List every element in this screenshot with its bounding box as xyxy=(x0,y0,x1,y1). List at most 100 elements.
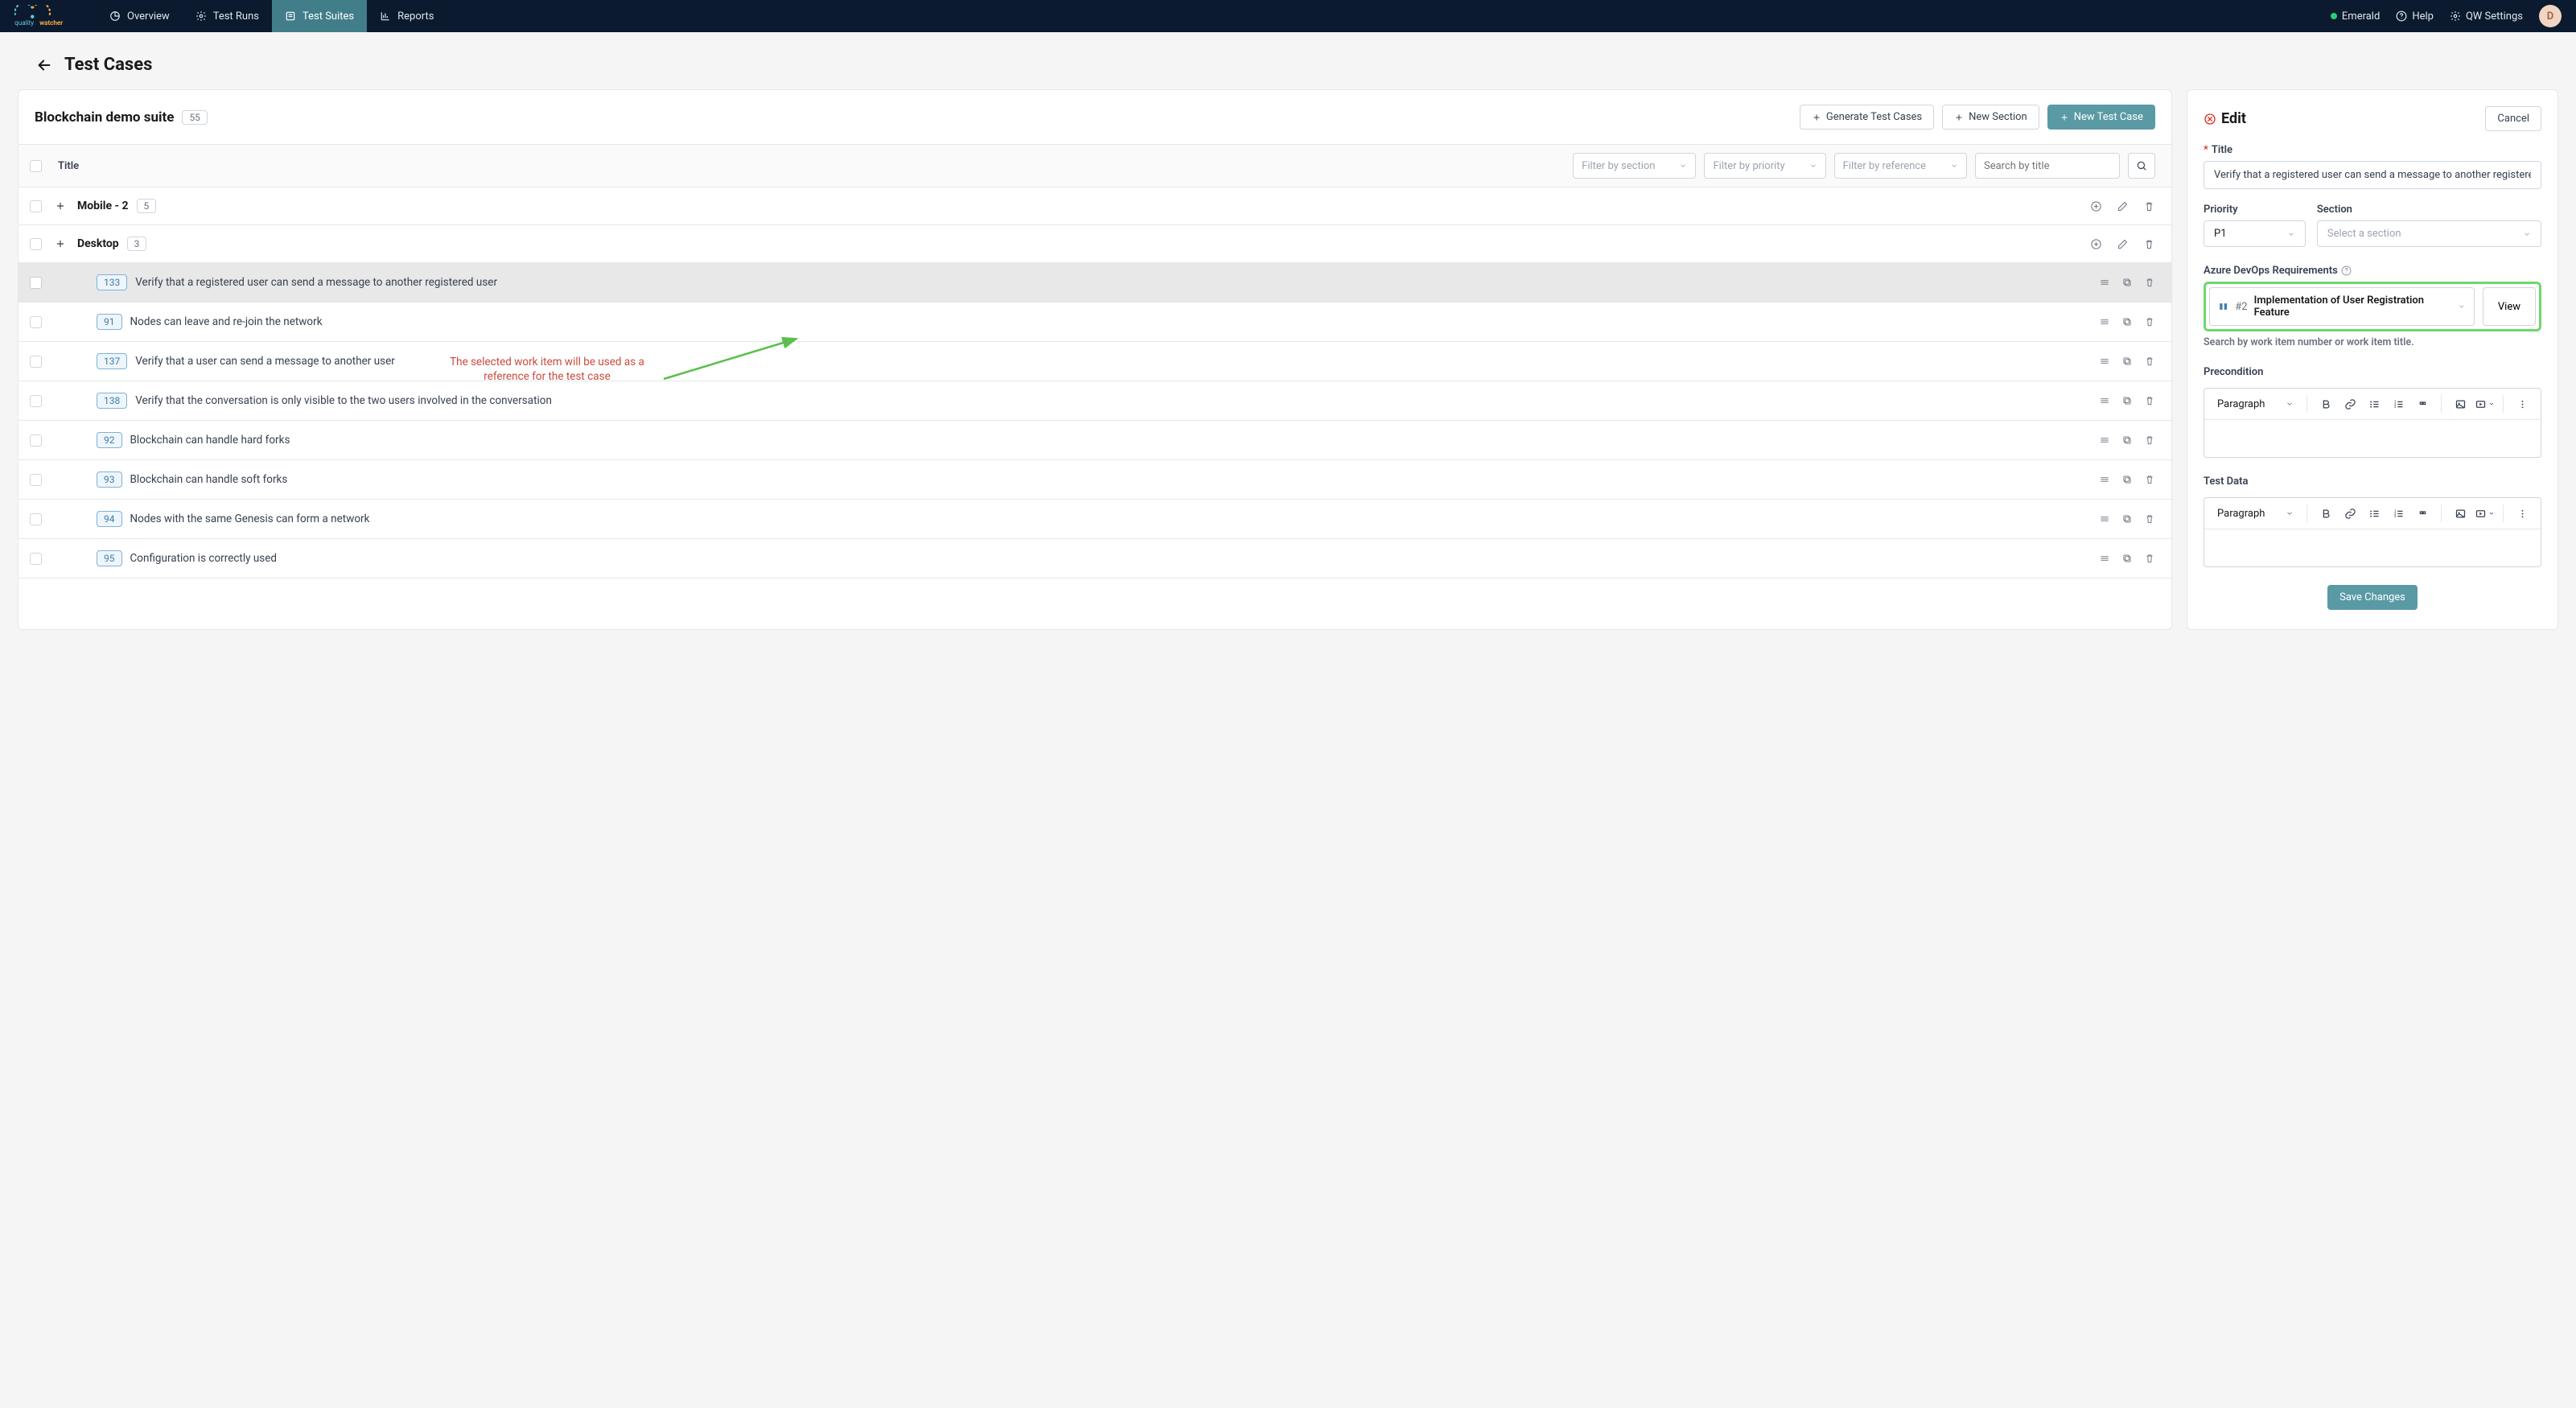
drag-icon[interactable] xyxy=(2099,553,2110,564)
select-all-checkbox[interactable] xyxy=(30,160,42,172)
trash-icon[interactable] xyxy=(2144,474,2155,485)
row-checkbox[interactable] xyxy=(30,553,42,565)
bold-button[interactable] xyxy=(2315,393,2336,414)
trash-icon[interactable] xyxy=(2143,200,2155,212)
image-button[interactable] xyxy=(2450,393,2471,414)
new-test-case-button[interactable]: New Test Case xyxy=(2047,105,2155,130)
expand-icon[interactable] xyxy=(55,200,66,212)
test-case-row[interactable]: 138 Verify that the conversation is only… xyxy=(19,381,2171,421)
trash-icon[interactable] xyxy=(2143,238,2155,250)
trash-icon[interactable] xyxy=(2144,553,2155,564)
trash-icon[interactable] xyxy=(2144,513,2155,525)
block-type-select[interactable]: Paragraph xyxy=(2212,504,2298,523)
trash-icon[interactable] xyxy=(2144,316,2155,327)
close-circle-icon[interactable] xyxy=(2204,113,2216,126)
rte-body[interactable] xyxy=(2204,420,2541,457)
row-checkbox[interactable] xyxy=(30,474,42,486)
nav-overview[interactable]: Overview xyxy=(97,0,183,32)
add-circle-icon[interactable] xyxy=(2090,200,2102,212)
test-case-row[interactable]: 91 Nodes can leave and re-join the netwo… xyxy=(19,303,2171,342)
test-case-row[interactable]: 133 Verify that a registered user can se… xyxy=(19,263,2171,303)
trash-icon[interactable] xyxy=(2144,395,2155,406)
drag-icon[interactable] xyxy=(2099,513,2110,525)
test-case-row[interactable]: 94 Nodes with the same Genesis can form … xyxy=(19,500,2171,539)
section-checkbox[interactable] xyxy=(30,238,42,250)
image-button[interactable] xyxy=(2450,503,2471,524)
add-circle-icon[interactable] xyxy=(2090,238,2102,250)
link-button[interactable] xyxy=(2339,393,2360,414)
cancel-button[interactable]: Cancel xyxy=(2485,106,2541,131)
title-input[interactable] xyxy=(2204,161,2541,189)
view-button[interactable]: View xyxy=(2483,287,2536,326)
azure-work-item-select[interactable]: #2 Implementation of User Registration F… xyxy=(2209,287,2475,326)
search-input[interactable] xyxy=(1975,153,2120,179)
drag-icon[interactable] xyxy=(2099,277,2110,288)
copy-icon[interactable] xyxy=(2121,553,2133,564)
edit-icon[interactable] xyxy=(2117,238,2129,250)
test-case-row[interactable]: 93 Blockchain can handle soft forks xyxy=(19,460,2171,500)
bullet-list-button[interactable] xyxy=(2364,503,2385,524)
test-case-row[interactable]: 92 Blockchain can handle hard forks xyxy=(19,421,2171,460)
info-icon[interactable] xyxy=(2341,266,2352,276)
more-button[interactable] xyxy=(2512,393,2533,414)
row-checkbox[interactable] xyxy=(30,316,42,328)
trash-icon[interactable] xyxy=(2144,356,2155,367)
copy-icon[interactable] xyxy=(2121,434,2133,446)
number-list-button[interactable]: 123 xyxy=(2388,503,2409,524)
help-link[interactable]: Help xyxy=(2396,10,2434,23)
video-button[interactable] xyxy=(2474,393,2495,414)
row-checkbox[interactable] xyxy=(30,277,42,289)
generate-test-cases-button[interactable]: Generate Test Cases xyxy=(1800,105,1934,130)
link-button[interactable] xyxy=(2339,503,2360,524)
priority-select[interactable]: P1 xyxy=(2204,220,2306,247)
bold-button[interactable] xyxy=(2315,503,2336,524)
more-button[interactable] xyxy=(2512,503,2533,524)
brand[interactable]: quality watcher xyxy=(14,5,74,27)
search-button[interactable] xyxy=(2128,153,2155,179)
avatar[interactable]: D xyxy=(2539,5,2562,27)
copy-icon[interactable] xyxy=(2121,356,2133,367)
number-list-button[interactable]: 123 xyxy=(2388,393,2409,414)
section-checkbox[interactable] xyxy=(30,200,42,212)
filter-priority-select[interactable]: Filter by priority xyxy=(1704,153,1825,179)
test-case-row[interactable]: 137 Verify that a user can send a messag… xyxy=(19,342,2171,381)
drag-icon[interactable] xyxy=(2099,395,2110,406)
trash-icon[interactable] xyxy=(2144,434,2155,446)
drag-icon[interactable] xyxy=(2099,474,2110,485)
row-checkbox[interactable] xyxy=(30,434,42,447)
edit-icon[interactable] xyxy=(2117,200,2129,212)
copy-icon[interactable] xyxy=(2121,277,2133,288)
quote-button[interactable] xyxy=(2412,503,2433,524)
trash-icon[interactable] xyxy=(2144,277,2155,288)
filter-reference-select[interactable]: Filter by reference xyxy=(1834,153,1967,179)
nav-test-runs[interactable]: Test Runs xyxy=(183,0,272,32)
priority-section-row: Priority P1 Section Select a section xyxy=(2204,204,2541,247)
settings-link[interactable]: QW Settings xyxy=(2450,10,2523,23)
section-select[interactable]: Select a section xyxy=(2317,220,2541,247)
drag-icon[interactable] xyxy=(2099,356,2110,367)
bullet-list-button[interactable] xyxy=(2364,393,2385,414)
filters: Filter by section Filter by priority Fil… xyxy=(1573,153,2155,179)
copy-icon[interactable] xyxy=(2121,513,2133,525)
workspace-switcher[interactable]: Emerald xyxy=(2331,10,2380,23)
save-changes-button[interactable]: Save Changes xyxy=(2327,585,2418,610)
expand-icon[interactable] xyxy=(55,238,66,249)
nav-test-suites[interactable]: Test Suites xyxy=(272,0,367,32)
block-type-select[interactable]: Paragraph xyxy=(2212,395,2298,414)
filter-section-select[interactable]: Filter by section xyxy=(1573,153,1696,179)
test-case-row[interactable]: 95 Configuration is correctly used xyxy=(19,539,2171,578)
copy-icon[interactable] xyxy=(2121,395,2133,406)
rte-body[interactable] xyxy=(2204,529,2541,566)
back-arrow-icon[interactable] xyxy=(35,56,53,74)
new-section-button[interactable]: New Section xyxy=(1942,105,2039,130)
copy-icon[interactable] xyxy=(2121,316,2133,327)
drag-icon[interactable] xyxy=(2099,316,2110,327)
row-checkbox[interactable] xyxy=(30,356,42,368)
copy-icon[interactable] xyxy=(2121,474,2133,485)
quote-button[interactable] xyxy=(2412,393,2433,414)
row-checkbox[interactable] xyxy=(30,513,42,525)
video-button[interactable] xyxy=(2474,503,2495,524)
drag-icon[interactable] xyxy=(2099,434,2110,446)
row-checkbox[interactable] xyxy=(30,395,42,407)
nav-reports[interactable]: Reports xyxy=(367,0,446,32)
